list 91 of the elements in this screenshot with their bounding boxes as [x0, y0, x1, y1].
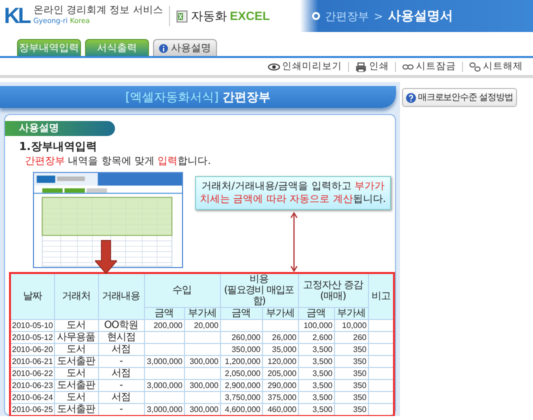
column-header: 고정자산 증감(매매) — [298, 273, 368, 308]
connector-arrow — [290, 212, 298, 272]
table-cell: 26,000 — [262, 332, 298, 344]
banner-title: 간편장부 — [222, 88, 271, 106]
breadcrumb-item: 간편장부 — [324, 8, 369, 24]
table-cell: 현시점 — [98, 332, 144, 344]
section-title: 사용설명 — [5, 121, 115, 136]
table-cell: - — [98, 356, 144, 368]
table-cell: 2,600 — [298, 332, 334, 344]
table-cell: 3,000,000 — [144, 380, 184, 392]
table-cell: 2010-05-10 — [10, 320, 54, 332]
table-cell: 205,000 — [262, 368, 298, 380]
column-header: 비용 (필요경비 매입포함) — [220, 273, 298, 308]
table-cell: 350 — [334, 356, 368, 368]
table-cell: 도서출판 — [54, 356, 98, 368]
table-cell: 350 — [334, 392, 368, 404]
table-cell: 2010-06-23 — [10, 380, 54, 392]
table-cell: 도서 — [54, 392, 98, 404]
table-cell: - — [98, 380, 144, 392]
table-cell: 290,000 — [262, 380, 298, 392]
column-header: 날짜 — [10, 273, 54, 320]
table-cell: OO학원 — [98, 320, 144, 332]
logo-mark: KL — [4, 3, 30, 29]
table-cell: 120,000 — [262, 356, 298, 368]
table-cell: 300,000 — [184, 380, 220, 392]
printer-icon — [355, 62, 367, 72]
table-cell: 도서출판 — [54, 380, 98, 392]
column-header: 거래내용 — [98, 273, 144, 320]
info-icon — [159, 44, 168, 52]
table-cell: 375,000 — [262, 392, 298, 404]
column-header: 비고 — [368, 273, 394, 320]
table-cell: 서점 — [98, 392, 144, 404]
column-header: 수입 — [144, 273, 220, 308]
table-cell: 3,500 — [298, 344, 334, 356]
table-cell: 3,500 — [298, 392, 334, 404]
breadcrumb-item: > — [374, 10, 384, 22]
toolbar-button[interactable]: 인쇄미리보기 — [268, 60, 342, 73]
table-cell: 350 — [334, 368, 368, 380]
table-cell: 3,500 — [298, 368, 334, 380]
column-header: 거래처 — [54, 273, 98, 320]
table-cell: 35,000 — [262, 344, 298, 356]
tab[interactable]: 사용설명 — [153, 39, 217, 56]
table-cell: 3,000,000 — [144, 404, 184, 416]
table-cell: 2,050,000 — [220, 368, 262, 380]
broken-chain-icon — [469, 62, 481, 72]
table-cell: 3,500 — [298, 356, 334, 368]
question-icon — [406, 92, 416, 102]
table-cell: 사무용품 — [54, 332, 98, 344]
eye-icon — [268, 62, 280, 72]
product-name: 자동화 — [190, 8, 227, 24]
toolbar-button[interactable]: 시트해제 — [469, 60, 523, 73]
table-cell: 3,750,000 — [220, 392, 262, 404]
down-arrow — [95, 240, 117, 274]
product-suffix: EXCEL — [230, 9, 270, 23]
bullet-icon — [312, 12, 320, 20]
table-cell: 2010-06-20 — [10, 344, 54, 356]
help-button[interactable]: 매크로보안수준 설정방법 — [402, 88, 517, 107]
breadcrumb-item: 사용설명서 — [388, 8, 454, 25]
table-cell: 350,000 — [220, 344, 262, 356]
table-cell: 도서 — [54, 344, 98, 356]
table-cell: 2010-06-22 — [10, 368, 54, 380]
table-cell: 도서 — [54, 368, 98, 380]
chain-icon — [402, 62, 414, 72]
table-cell: 260,000 — [220, 332, 262, 344]
logo-tagline: 온라인 경리회계 정보 서비스 — [33, 5, 163, 16]
toolbar-button[interactable]: 인쇄 — [355, 60, 389, 73]
banner-prefix: [엑셀자동화서식] — [125, 88, 219, 106]
table-cell: 2010-06-21 — [10, 356, 54, 368]
table-cell: 서점 — [98, 344, 144, 356]
table-cell: 3,000,000 — [144, 356, 184, 368]
toolbar-button[interactable]: 시트잠금 — [402, 60, 456, 73]
table-cell: 2,900,000 — [220, 380, 262, 392]
table-cell: 서점 — [98, 368, 144, 380]
instruction-text: 간편장부 내역을 항목에 맞게 입력합니다. — [25, 156, 212, 168]
table-cell: 20,000 — [184, 320, 220, 332]
callout-box: 거래처/거래내용/금액을 입력하고 부가가치세는 금액에 따라 자동으로 계산됩니다. — [195, 176, 391, 210]
table-cell: 260 — [334, 332, 368, 344]
table-cell: 350 — [334, 380, 368, 392]
table-cell: 도서 — [54, 320, 98, 332]
table-cell: 200,000 — [144, 320, 184, 332]
table-cell: 100,000 — [298, 320, 334, 332]
table-cell: 2010-05-12 — [10, 332, 54, 344]
table-cell: 10,000 — [334, 320, 368, 332]
table-cell: 2010-06-25 — [10, 404, 54, 416]
table-cell: 300,000 — [184, 356, 220, 368]
table-cell: 2010-06-24 — [10, 392, 54, 404]
table-cell: 350 — [334, 344, 368, 356]
table-cell: 3,500 — [298, 380, 334, 392]
step-heading: 1.장부내역입력 — [19, 140, 98, 153]
spreadsheet-icon — [176, 10, 188, 22]
table-cell: 1,200,000 — [220, 356, 262, 368]
